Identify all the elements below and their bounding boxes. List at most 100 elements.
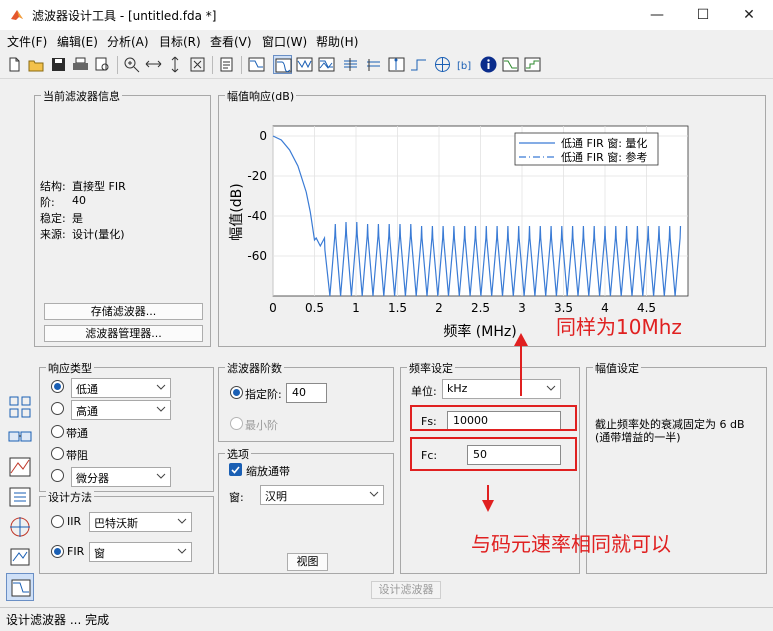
order-input[interactable]: 40 — [286, 383, 327, 403]
window-title: 滤波器设计工具 - [untitled.fda *] — [32, 9, 217, 23]
zoom-y-icon[interactable] — [166, 55, 185, 74]
unit-select[interactable]: kHz — [442, 379, 561, 399]
y-tick-label: 0 — [259, 129, 267, 143]
options-panel: 选项 缩放通带 窗: 汉明 视图 — [218, 446, 394, 574]
iir-label[interactable]: IIR — [67, 515, 81, 528]
step-response-icon[interactable] — [409, 55, 428, 74]
info-value: 40 — [72, 194, 86, 207]
cost-icon[interactable] — [501, 55, 520, 74]
x-tick-label: 0.5 — [305, 301, 324, 315]
phase-response-icon[interactable] — [295, 55, 314, 74]
sidebar-quantization-button[interactable] — [6, 453, 34, 481]
annotation-arrow-up — [514, 333, 528, 396]
impulse-response-icon[interactable] — [387, 55, 406, 74]
bandstop-label[interactable]: 带阻 — [66, 447, 88, 463]
info-icon[interactable] — [479, 55, 498, 74]
y-tick-label: -40 — [247, 209, 267, 223]
lowpass-radio[interactable] — [51, 380, 64, 393]
print-preview-icon[interactable] — [93, 55, 112, 74]
sidebar-import-filter-button[interactable] — [6, 543, 34, 571]
specify-order-radio[interactable] — [230, 386, 243, 399]
quantization-icon[interactable] — [523, 55, 542, 74]
filter-order-panel: 滤波器阶数 指定阶: 40 最小阶 — [218, 360, 394, 442]
close-button[interactable]: ✕ — [726, 0, 772, 30]
menu-help[interactable]: 帮助(H) — [316, 33, 358, 50]
legend: 低通 FIR 窗: 量化 低通 FIR 窗: 参考 — [514, 132, 659, 166]
filter-manager-button[interactable]: 滤波器管理器... — [44, 325, 203, 342]
group-delay-icon[interactable] — [341, 55, 360, 74]
fir-label[interactable]: FIR — [67, 545, 84, 558]
specify-order-label[interactable]: 指定阶: — [245, 386, 282, 402]
bandstop-radio[interactable] — [51, 447, 64, 460]
design-filter-button[interactable]: 设计滤波器 — [371, 581, 441, 599]
full-view-icon[interactable] — [188, 55, 207, 74]
fir-method-value: 窗 — [94, 547, 105, 560]
annotation-top: 同样为10Mhz — [556, 315, 682, 339]
menu-window[interactable]: 窗口(W) — [262, 33, 307, 50]
save-icon[interactable] — [49, 55, 68, 74]
x-tick-label: 2.5 — [471, 301, 490, 315]
filter-spec-icon[interactable] — [247, 55, 266, 74]
info-key: 阶: — [40, 196, 55, 209]
iir-radio[interactable] — [51, 515, 64, 528]
magnitude-spec-title: 幅值设定 — [593, 360, 641, 376]
magnitude-response-icon[interactable] — [273, 55, 292, 74]
menu-analysis[interactable]: 分析(A) — [107, 33, 149, 50]
scale-passband-label[interactable]: 缩放通带 — [246, 463, 290, 479]
differentiator-select[interactable]: 微分器 — [71, 467, 171, 487]
info-value: 设计(量化) — [72, 228, 125, 241]
filter-info-title: 当前滤波器信息 — [41, 88, 122, 104]
x-axis-label: 频率 (MHz) — [443, 323, 516, 340]
fs-highlight-box — [410, 405, 577, 431]
fir-radio[interactable] — [51, 545, 64, 558]
print-icon[interactable] — [71, 55, 90, 74]
lowpass-select[interactable]: 低通 — [71, 378, 171, 398]
chevron-down-icon — [156, 473, 166, 479]
open-icon[interactable] — [27, 55, 46, 74]
sidebar-transform-button[interactable] — [6, 393, 34, 421]
new-icon[interactable] — [5, 55, 24, 74]
menu-file[interactable]: 文件(F) — [7, 33, 47, 50]
sidebar-pole-zero-editor-button[interactable] — [6, 513, 34, 541]
response-type-title: 响应类型 — [46, 360, 94, 376]
y-axis-label: 幅值(dB) — [229, 183, 245, 240]
maximize-button[interactable]: ☐ — [680, 0, 726, 30]
scale-passband-checkbox[interactable] — [229, 463, 242, 476]
iir-method-select[interactable]: 巴特沃斯 — [89, 512, 192, 532]
sidebar-convert-structure-button[interactable] — [6, 483, 34, 511]
chevron-down-icon — [177, 548, 187, 554]
phase-delay-icon[interactable] — [364, 55, 383, 74]
window-select[interactable]: 汉明 — [260, 485, 384, 505]
highpass-select[interactable]: 高通 — [71, 400, 171, 420]
legend-icon[interactable] — [217, 55, 236, 74]
minimize-button[interactable]: — — [634, 0, 680, 30]
status-text: 设计滤波器 ... 完成 — [6, 613, 110, 627]
bandpass-label[interactable]: 带通 — [66, 425, 88, 441]
bandpass-radio[interactable] — [51, 425, 64, 438]
menu-view[interactable]: 查看(V) — [210, 33, 252, 50]
menu-targets[interactable]: 目标(R) — [159, 33, 201, 50]
zoom-x-icon[interactable] — [144, 55, 163, 74]
chevron-down-icon — [177, 518, 187, 524]
coefficients-icon[interactable]: [b] — [456, 55, 475, 74]
store-filter-button[interactable]: 存储滤波器... — [44, 303, 203, 320]
minimum-order-radio[interactable] — [230, 417, 243, 430]
annotation-bottom: 与码元速率相同就可以 — [471, 532, 671, 556]
magnitude-response-chart[interactable]: 0 0.5 1 1.5 2 2.5 3 3.5 4 4.5 0-20-40-60 频率 (MHz)… — [219, 100, 765, 346]
sidebar-realize-model-button[interactable] — [6, 423, 34, 451]
menu-edit[interactable]: 编辑(E) — [57, 33, 98, 50]
minimum-order-label[interactable]: 最小阶 — [245, 417, 278, 433]
sidebar-design-filter-button[interactable] — [6, 573, 34, 601]
svg-text:[b]: [b] — [457, 61, 471, 72]
view-button[interactable]: 视图 — [287, 553, 328, 571]
info-value: 直接型 FIR — [72, 180, 126, 193]
highpass-radio[interactable] — [51, 402, 64, 415]
zoom-in-icon[interactable] — [122, 55, 141, 74]
matlab-app-icon — [11, 10, 23, 20]
mag-phase-icon[interactable] — [317, 55, 336, 74]
status-bar: 设计滤波器 ... 完成 — [0, 607, 773, 631]
pole-zero-icon[interactable] — [433, 55, 452, 74]
fir-method-select[interactable]: 窗 — [89, 542, 192, 562]
differentiator-radio[interactable] — [51, 469, 64, 482]
toolbar: [b] — [0, 52, 773, 79]
